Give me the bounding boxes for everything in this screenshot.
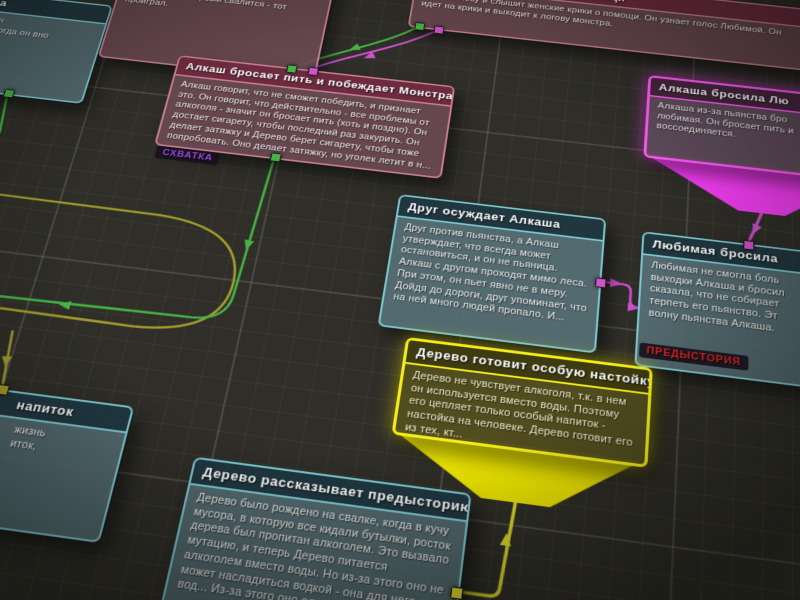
- wire-olive-loop: [0, 169, 247, 338]
- magenta-port[interactable]: [433, 25, 444, 34]
- graph-canvas[interactable]: ищапог онать. Тогда он вноочереди - кто …: [0, 0, 800, 600]
- node-graph-viewport[interactable]: ищапог онать. Тогда он вноочереди - кто …: [0, 0, 800, 600]
- arrow-green-icon: [57, 300, 71, 310]
- green-port[interactable]: [414, 22, 425, 31]
- green-port[interactable]: [286, 64, 298, 73]
- green-port[interactable]: [269, 152, 281, 162]
- yellow-port[interactable]: [449, 586, 463, 600]
- arrow-olive-icon: [0, 356, 12, 367]
- arrow-green-icon: [347, 43, 360, 53]
- wire-green-stub: [0, 94, 13, 133]
- magenta-port[interactable]: [743, 240, 754, 250]
- arrow-magenta-icon: [610, 278, 623, 288]
- arrow-magenta-icon: [748, 223, 761, 236]
- node-body-text: очереди - кто первый свалится - тот прои…: [115, 0, 335, 31]
- flow-node-friend-condemns[interactable]: Друг осуждает АлкашаДруг против пьянства…: [377, 194, 606, 353]
- magenta-port[interactable]: [307, 67, 319, 76]
- magenta-port[interactable]: [594, 277, 606, 288]
